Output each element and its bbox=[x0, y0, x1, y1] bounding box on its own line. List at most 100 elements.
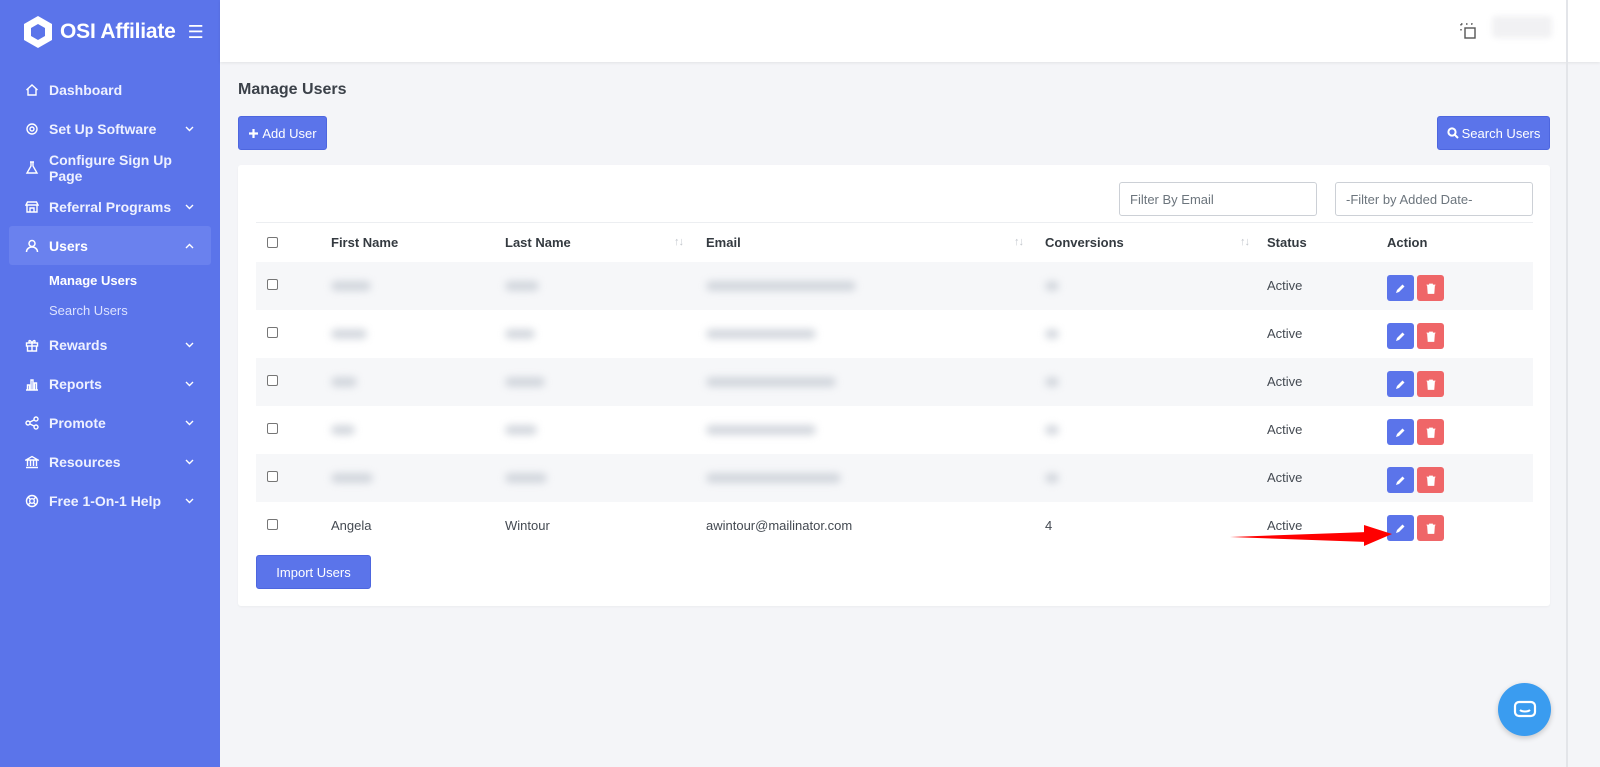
delete-button[interactable] bbox=[1417, 515, 1444, 541]
last-name-cell bbox=[505, 425, 537, 435]
conversions-cell bbox=[1045, 377, 1059, 387]
table-header: First Name Last Name ↑↓ Email ↑↓ Convers… bbox=[256, 222, 1533, 262]
sidebar-item-promote[interactable]: Promote bbox=[0, 403, 220, 442]
sidebar-item-resources[interactable]: Resources bbox=[0, 442, 220, 481]
row-checkbox[interactable] bbox=[267, 375, 278, 386]
conversions-cell bbox=[1045, 425, 1059, 435]
brand: OSI Affiliate ☰ bbox=[0, 0, 220, 64]
table-row: Active bbox=[256, 454, 1533, 502]
search-users-button[interactable]: Search Users bbox=[1437, 116, 1550, 150]
pencil-icon bbox=[1396, 476, 1405, 485]
select-all-checkbox[interactable] bbox=[267, 237, 278, 248]
user-menu[interactable] bbox=[1492, 16, 1552, 38]
column-first-name[interactable]: First Name bbox=[331, 235, 398, 250]
filter-date-input[interactable]: -Filter by Added Date- bbox=[1335, 182, 1533, 216]
pencil-icon bbox=[1396, 332, 1405, 341]
row-checkbox[interactable] bbox=[267, 279, 278, 290]
status-cell: Active bbox=[1267, 470, 1303, 485]
annotation-arrow bbox=[1230, 525, 1392, 546]
chevron-up-icon bbox=[184, 241, 194, 251]
email-cell bbox=[706, 329, 816, 339]
trash-icon bbox=[1426, 331, 1435, 342]
conversions-cell bbox=[1045, 329, 1059, 339]
chevron-down-icon bbox=[184, 418, 194, 428]
email-cell bbox=[706, 473, 841, 483]
edit-button[interactable] bbox=[1387, 371, 1414, 397]
chat-widget-button[interactable] bbox=[1498, 683, 1551, 736]
sidebar-item-label: Users bbox=[49, 237, 88, 254]
trash-icon bbox=[1426, 379, 1435, 390]
column-last-name[interactable]: Last Name bbox=[505, 235, 571, 250]
edit-button[interactable] bbox=[1387, 467, 1414, 493]
fullscreen-icon[interactable] bbox=[1458, 21, 1478, 41]
last-name-cell bbox=[505, 281, 539, 291]
column-conversions[interactable]: Conversions bbox=[1045, 235, 1124, 250]
user-icon bbox=[24, 238, 40, 254]
column-email[interactable]: Email bbox=[706, 235, 741, 250]
status-cell: Active bbox=[1267, 278, 1303, 293]
bar-chart-icon bbox=[24, 376, 40, 392]
email-cell: awintour@mailinator.com bbox=[706, 518, 853, 533]
sidebar-item-label: Reports bbox=[49, 375, 102, 392]
pencil-icon bbox=[1396, 428, 1405, 437]
email-cell bbox=[706, 281, 856, 291]
delete-button[interactable] bbox=[1417, 323, 1444, 349]
sidebar-item-reports[interactable]: Reports bbox=[0, 364, 220, 403]
email-cell bbox=[706, 377, 836, 387]
sidebar-item-users[interactable]: Users bbox=[9, 226, 211, 265]
table-row: Active bbox=[256, 262, 1533, 310]
sidebar-item-rewards[interactable]: Rewards bbox=[0, 325, 220, 364]
delete-button[interactable] bbox=[1417, 419, 1444, 445]
edit-button[interactable] bbox=[1387, 275, 1414, 301]
row-checkbox[interactable] bbox=[267, 471, 278, 482]
sort-icon[interactable]: ↑↓ bbox=[1240, 236, 1250, 248]
sort-icon[interactable]: ↑↓ bbox=[1014, 236, 1024, 248]
sidebar-item-free-help[interactable]: Free 1-On-1 Help bbox=[0, 481, 220, 520]
delete-button[interactable] bbox=[1417, 467, 1444, 493]
sidebar: OSI Affiliate ☰ Dashboard Set Up Softwar… bbox=[0, 0, 220, 767]
delete-button[interactable] bbox=[1417, 371, 1444, 397]
first-name-cell bbox=[331, 329, 367, 339]
edit-button[interactable] bbox=[1387, 323, 1414, 349]
last-name-cell bbox=[505, 377, 545, 387]
scrollbar[interactable] bbox=[1566, 0, 1568, 767]
sidebar-item-dashboard[interactable]: Dashboard bbox=[0, 70, 220, 109]
sidebar-item-label: Dashboard bbox=[49, 81, 123, 98]
share-icon bbox=[24, 415, 40, 431]
gear-icon bbox=[24, 121, 40, 137]
chat-icon bbox=[1513, 700, 1536, 717]
sidebar-subitem-manage-users[interactable]: Manage Users bbox=[0, 265, 220, 295]
delete-button[interactable] bbox=[1417, 275, 1444, 301]
filter-email-input[interactable]: Filter By Email bbox=[1119, 182, 1317, 216]
table-row: Active bbox=[256, 310, 1533, 358]
row-checkbox[interactable] bbox=[267, 327, 278, 338]
sidebar-item-label: Promote bbox=[49, 414, 106, 431]
bank-icon bbox=[24, 454, 40, 470]
conversions-cell: 4 bbox=[1045, 518, 1053, 533]
table-row: Active bbox=[256, 406, 1533, 454]
row-checkbox[interactable] bbox=[267, 423, 278, 434]
lifebuoy-icon bbox=[24, 493, 40, 509]
store-icon bbox=[24, 199, 40, 215]
import-users-button[interactable]: Import Users bbox=[256, 555, 371, 589]
add-user-button[interactable]: Add User bbox=[238, 116, 327, 150]
flask-icon bbox=[24, 160, 40, 176]
conversions-cell bbox=[1045, 473, 1059, 483]
search-users-label: Search Users bbox=[1461, 125, 1541, 141]
status-cell: Active bbox=[1267, 326, 1303, 341]
sidebar-item-set-up-software[interactable]: Set Up Software bbox=[0, 109, 220, 148]
status-cell: Active bbox=[1267, 374, 1303, 389]
sidebar-subitem-search-users[interactable]: Search Users bbox=[0, 295, 220, 325]
sort-icon[interactable]: ↑↓ bbox=[674, 236, 684, 248]
pencil-icon bbox=[1396, 380, 1405, 389]
chevron-down-icon bbox=[184, 496, 194, 506]
row-checkbox[interactable] bbox=[267, 519, 278, 530]
sidebar-item-label: Set Up Software bbox=[49, 120, 157, 137]
sidebar-item-configure-sign-up-page[interactable]: Configure Sign Up Page bbox=[0, 148, 220, 187]
edit-button[interactable] bbox=[1387, 419, 1414, 445]
sidebar-item-referral-programs[interactable]: Referral Programs bbox=[0, 187, 220, 226]
last-name-cell bbox=[505, 473, 547, 483]
menu-toggle-icon[interactable]: ☰ bbox=[188, 23, 204, 41]
page-title: Manage Users bbox=[238, 81, 347, 98]
chevron-down-icon bbox=[184, 124, 194, 134]
